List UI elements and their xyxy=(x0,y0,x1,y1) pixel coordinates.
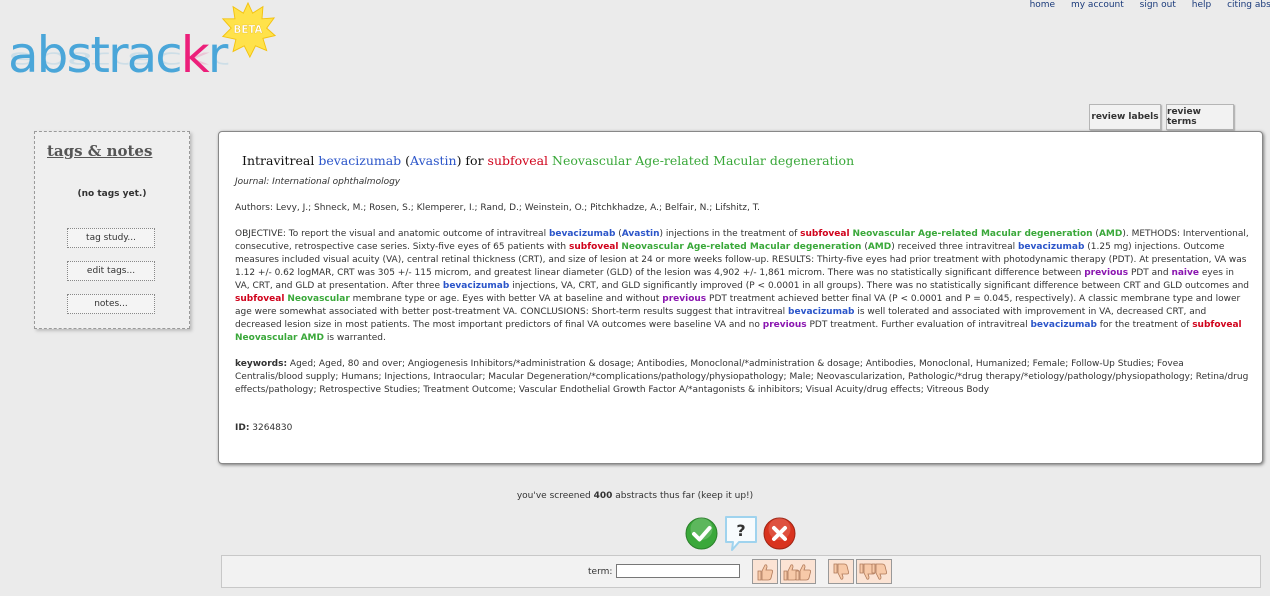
highlighted-term: naive xyxy=(1171,268,1199,278)
id-value: 3264830 xyxy=(249,423,293,433)
highlighted-term: subfoveal xyxy=(235,294,285,304)
logo[interactable]: abstrackr abstrackr BETA xyxy=(8,2,298,108)
review-labels-button[interactable]: review labels xyxy=(1089,104,1161,130)
beta-text: BETA xyxy=(234,24,263,36)
no-tags-text: (no tags yet.) xyxy=(77,189,147,199)
highlighted-term: bevacizumab xyxy=(1030,320,1097,330)
screened-count: 400 xyxy=(593,491,613,501)
maybe-button[interactable]: ? xyxy=(723,514,759,552)
journal-name: Journal: International ophthalmology xyxy=(235,177,401,187)
tags-notes-title: tags & notes xyxy=(47,142,153,160)
highlighted-term: subfoveal xyxy=(569,242,619,252)
abstract-text-segment: is warranted. xyxy=(323,333,386,343)
notes-button[interactable]: notes... xyxy=(67,294,155,314)
abstract-text-segment: injections, VA, CRT, and GLD significant… xyxy=(509,281,1250,291)
beta-badge-icon: BETA xyxy=(221,2,276,58)
thumbs-down-icon xyxy=(833,563,849,580)
id-label: ID: xyxy=(235,423,250,433)
nav-my-account-link[interactable]: my account xyxy=(1071,0,1124,10)
highlighted-term: Avastin xyxy=(621,229,660,239)
highlighted-term: previous xyxy=(662,294,707,304)
highlighted-term: Neovascular Age-related Macular degenera… xyxy=(621,242,862,252)
keywords-text: Aged; Aged, 80 and over; Angiogenesis In… xyxy=(235,359,1249,395)
keywords-label: keywords: xyxy=(235,359,288,369)
abstract-title: Intravitreal bevacizumab (Avastin) for s… xyxy=(242,153,855,168)
top-nav: home my account sign out help citing abs… xyxy=(1017,0,1270,10)
term-strongly-irrelevant-button[interactable] xyxy=(856,559,892,584)
nav-help-link[interactable]: help xyxy=(1192,0,1211,10)
review-terms-button[interactable]: review terms xyxy=(1166,104,1234,130)
term-relevant-button[interactable] xyxy=(752,559,778,584)
highlighted-term: previous xyxy=(1084,268,1129,278)
highlighted-term: AMD xyxy=(1098,229,1123,239)
abstract-text-segment: membrane type or age. Eyes with better V… xyxy=(349,294,663,304)
term-strongly-relevant-button[interactable] xyxy=(780,559,816,584)
nav-sign-out-link[interactable]: sign out xyxy=(1140,0,1176,10)
term-label: term: xyxy=(588,567,613,577)
double-thumbs-down-icon xyxy=(859,563,887,580)
nav-home-link[interactable]: home xyxy=(1030,0,1056,10)
abstract-text-segment: ) received three intravitreal xyxy=(891,242,1018,252)
tags-notes-panel: tags & notes (no tags yet.) tag study...… xyxy=(34,131,190,329)
authors-list: Authors: Levy, J.; Shneck, M.; Rosen, S.… xyxy=(235,203,761,213)
highlighted-term: subfoveal xyxy=(1192,320,1242,330)
highlighted-term: bevacizumab xyxy=(548,229,616,239)
term-irrelevant-button[interactable] xyxy=(828,559,854,584)
keywords: keywords: Aged; Aged, 80 and over; Angio… xyxy=(235,358,1250,397)
term-input[interactable] xyxy=(616,564,740,578)
abstract-text-segment: PDT and xyxy=(1128,268,1172,278)
highlighted-term: subfoveal xyxy=(800,229,850,239)
highlighted-term: AMD xyxy=(867,242,892,252)
tag-study-button[interactable]: tag study... xyxy=(67,228,155,248)
edit-tags-button[interactable]: edit tags... xyxy=(67,261,155,281)
term-bar: term: xyxy=(221,555,1261,588)
highlighted-term: Neovascular AMD xyxy=(235,333,324,343)
abstract-text-segment: PDT treatment. Further evaluation of int… xyxy=(806,320,1031,330)
question-mark-icon: ? xyxy=(736,521,745,540)
abstract-text-segment: OBJECTIVE: To report the visual and anat… xyxy=(235,229,549,239)
logo-reflection: abstrackr xyxy=(8,46,227,73)
abstract-panel: Intravitreal bevacizumab (Avastin) for s… xyxy=(218,131,1263,464)
accept-button[interactable] xyxy=(685,517,718,550)
highlighted-term: bevacizumab xyxy=(1017,242,1085,252)
screening-progress: you've screened 400 abstracts thus far (… xyxy=(516,491,754,501)
highlighted-term: bevacizumab xyxy=(788,307,855,317)
thumbs-up-icon xyxy=(757,563,773,580)
double-thumbs-up-icon xyxy=(783,563,811,580)
abstract-text-segment: ) injections in the treatment of xyxy=(659,229,801,239)
highlighted-term: bevacizumab xyxy=(442,281,510,291)
highlighted-term: Neovascular Age-related Macular degenera… xyxy=(852,229,1093,239)
abstract-text-segment: for the treatment of xyxy=(1096,320,1193,330)
abstract-id: ID: 3264830 xyxy=(235,423,292,433)
abstract-body: OBJECTIVE: To report the visual and anat… xyxy=(235,228,1250,345)
highlighted-term: previous xyxy=(762,320,807,330)
nav-citing-link[interactable]: citing abstr xyxy=(1227,0,1270,10)
highlighted-term: Neovascular xyxy=(287,294,350,304)
reject-button[interactable] xyxy=(763,517,796,550)
